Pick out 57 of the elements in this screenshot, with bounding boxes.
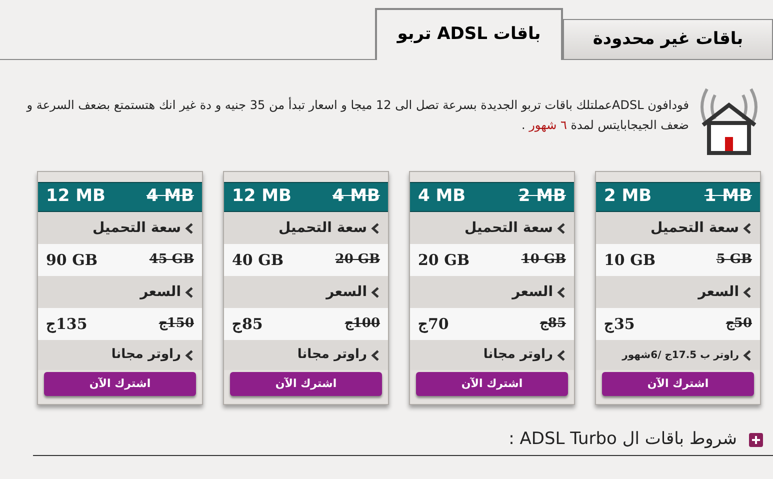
subscribe-button[interactable]: اشترك الآن	[44, 372, 196, 396]
row-label: السعر	[326, 282, 367, 302]
row-label: سعة التحميل	[650, 218, 739, 238]
old-speed: 2 MB	[518, 185, 566, 208]
old-value: 45 GB	[149, 251, 194, 270]
new-speed: 2 MB	[604, 185, 652, 208]
chevron-icon	[557, 350, 566, 360]
old-value: 150ج	[158, 315, 194, 334]
intro-text: فودافون ADSLعملتلك باقات تربو الجديدة بسرعة تصل الى 12 ميجا و اسعار تبدأ من 35 جنيه و دة غير انك هتستمتع بضعف السرعة و ضعف الجيجابايتس لمدة ٦ شهور .	[25, 96, 689, 134]
subscribe-button[interactable]: اشترك الآن	[230, 372, 382, 396]
router-label: راوتر ب 17.5ج /6شهور	[622, 348, 739, 362]
row-label: السعر	[698, 282, 739, 302]
subscribe-button[interactable]: اشترك الآن	[602, 372, 754, 396]
row-label: سعة التحميل	[464, 218, 553, 238]
old-speed: 4 MB	[146, 185, 194, 208]
old-value: 5 GB	[716, 251, 752, 270]
chevron-icon	[371, 286, 380, 298]
chevron-icon	[557, 222, 566, 234]
router-label: راوتر مجانا	[111, 346, 181, 364]
new-speed: 12 MB	[46, 185, 106, 208]
new-value: 40 GB	[232, 250, 284, 271]
chevron-icon	[371, 222, 380, 234]
terms-heading[interactable]: شروط باقات ال ADSL Turbo :	[508, 427, 737, 453]
old-value: 10 GB	[521, 251, 566, 270]
chevron-icon	[185, 222, 194, 234]
new-value: 20 GB	[418, 250, 470, 271]
new-value: 85ج	[232, 314, 263, 335]
tab[interactable]: باقات ADSL تربو	[375, 8, 563, 60]
row-label: سعة التحميل	[278, 218, 367, 238]
chevron-icon	[743, 350, 752, 360]
old-speed: 1 MB	[704, 185, 752, 208]
old-value: 50ج	[726, 315, 752, 334]
new-speed: 12 MB	[232, 185, 292, 208]
old-speed: 4 MB	[332, 185, 380, 208]
chevron-icon	[185, 350, 194, 360]
new-speed: 4 MB	[418, 185, 466, 208]
chevron-icon	[557, 286, 566, 298]
new-value: 135ج	[46, 314, 88, 335]
row-label: السعر	[512, 282, 553, 302]
tab[interactable]: باقات غير محدودة	[563, 19, 773, 59]
plus-icon[interactable]	[749, 433, 763, 447]
chevron-icon	[185, 286, 194, 298]
new-value: 35ج	[604, 314, 635, 335]
old-value: 85ج	[540, 315, 566, 334]
router-label: راوتر مجانا	[297, 346, 367, 364]
subscribe-button[interactable]: اشترك الآن	[416, 372, 568, 396]
row-label: سعة التحميل	[92, 218, 181, 238]
chevron-icon	[743, 286, 752, 298]
chevron-icon	[371, 350, 380, 360]
chevron-icon	[743, 222, 752, 234]
new-value: 90 GB	[46, 250, 98, 271]
old-value: 100ج	[344, 315, 380, 334]
row-label: السعر	[140, 282, 181, 302]
old-value: 20 GB	[335, 251, 380, 270]
new-value: 10 GB	[604, 250, 656, 271]
new-value: 70ج	[418, 314, 449, 335]
router-label: راوتر مجانا	[483, 346, 553, 364]
